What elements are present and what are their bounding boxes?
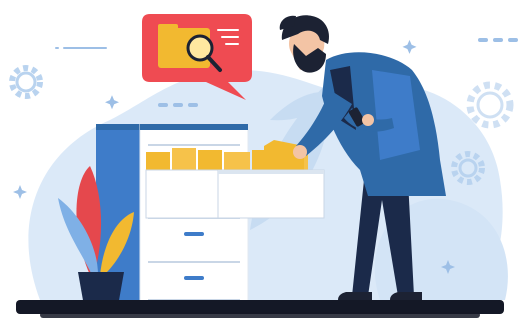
person-head: [279, 15, 330, 73]
illustration-svg: [9, 14, 518, 318]
ground-shadow: [40, 312, 480, 318]
gear-icon: [9, 65, 43, 99]
ground: [16, 300, 504, 314]
illustration-scene: [0, 0, 520, 326]
gear-icon: [466, 81, 514, 129]
